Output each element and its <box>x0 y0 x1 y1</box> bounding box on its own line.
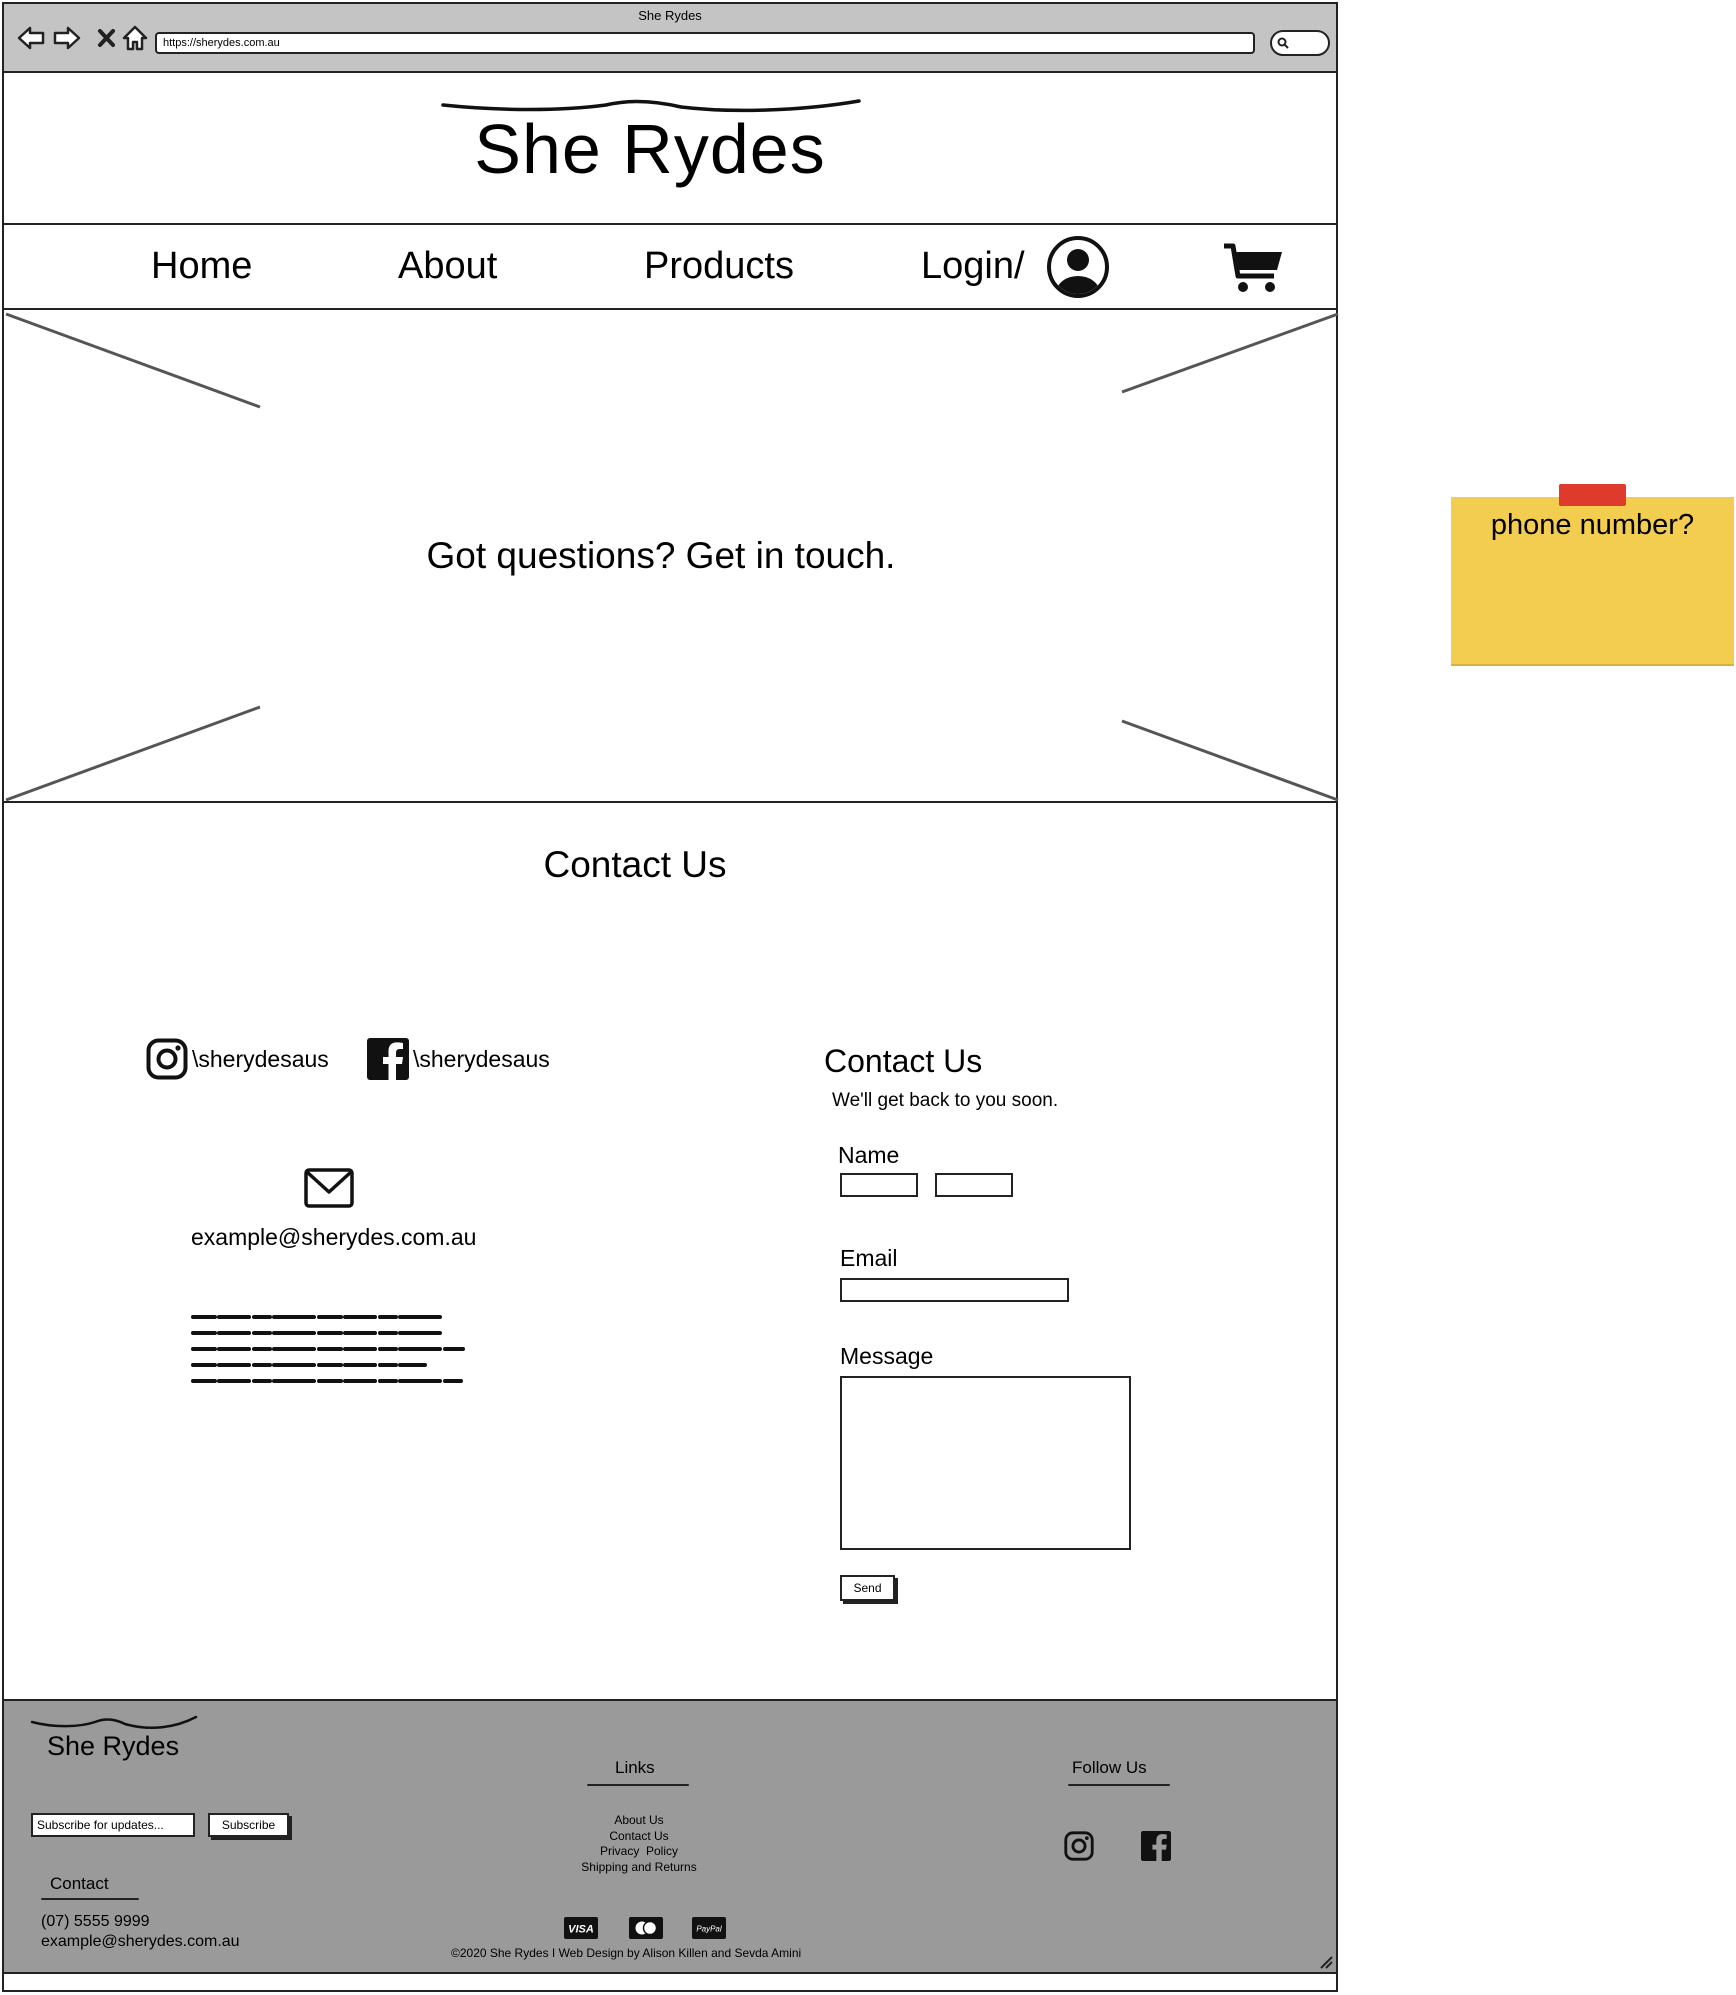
form-title: Contact Us <box>824 1043 983 1079</box>
browser-window: She Rydes https://sherydes.com.au She Ry… <box>2 2 1339 1992</box>
site-footer: She Rydes Subscribe for updates... Subsc… <box>4 1699 1336 1974</box>
footer-link-shipping[interactable]: Shipping and Returns <box>524 1860 754 1876</box>
window-title: She Rydes <box>638 8 702 23</box>
user-avatar-icon[interactable] <box>1046 235 1110 299</box>
envelope-icon <box>304 1168 354 1208</box>
links-heading-underline <box>587 1784 689 1786</box>
url-bar[interactable]: https://sherydes.com.au <box>155 32 1255 54</box>
home-icon[interactable] <box>120 23 150 53</box>
visa-label: VISA <box>568 1924 594 1936</box>
footer-links-list: About Us Contact Us Privacy Policy Shipp… <box>524 1813 754 1875</box>
hero-image-placeholder: Got questions? Get in touch. <box>4 310 1339 803</box>
last-name-input[interactable] <box>935 1173 1013 1197</box>
footer-facebook-icon[interactable] <box>1141 1831 1171 1861</box>
footer-logo[interactable]: She Rydes <box>47 1731 179 1762</box>
footer-contact-heading: Contact <box>50 1874 109 1893</box>
site-header: She Rydes <box>4 73 1336 225</box>
form-subtitle: We'll get back to you soon. <box>832 1090 1059 1111</box>
follow-heading-underline <box>1068 1784 1170 1786</box>
instagram-icon <box>146 1038 188 1080</box>
instagram-link[interactable]: \sherydesaus <box>146 1038 329 1080</box>
nav-home[interactable]: Home <box>151 245 252 288</box>
search-icon <box>1277 37 1289 49</box>
browser-search[interactable] <box>1270 30 1330 56</box>
facebook-icon <box>367 1038 409 1080</box>
contact-section-title: Contact Us <box>543 844 727 885</box>
instagram-handle: \sherydesaus <box>192 1045 329 1072</box>
subscribe-button[interactable]: Subscribe <box>208 1813 289 1837</box>
message-textarea[interactable] <box>840 1376 1131 1550</box>
email-label: Email <box>840 1245 898 1271</box>
footer-phone: (07) 5555 9999 <box>41 1913 150 1930</box>
nav-about[interactable]: About <box>398 245 497 288</box>
footer-link-about[interactable]: About Us <box>524 1813 754 1829</box>
message-label: Message <box>840 1343 934 1369</box>
email-input[interactable] <box>840 1278 1069 1302</box>
facebook-handle: \sherydesaus <box>413 1045 550 1072</box>
footer-follow-heading: Follow Us <box>1072 1758 1147 1777</box>
nav-products[interactable]: Products <box>644 245 794 288</box>
shopping-cart-icon[interactable] <box>1222 242 1284 296</box>
forward-arrow-icon[interactable] <box>52 23 82 53</box>
paypal-icon: PayPal <box>692 1917 726 1939</box>
footer-instagram-icon[interactable] <box>1064 1831 1094 1861</box>
close-icon[interactable] <box>92 23 122 53</box>
footer-copyright: ©2020 She Rydes I Web Design by Alison K… <box>451 1946 802 1960</box>
footer-link-contact[interactable]: Contact Us <box>524 1829 754 1845</box>
placeholder-text-scribble <box>191 1315 465 1383</box>
paypal-label: PayPal <box>696 1925 722 1934</box>
site-logo[interactable]: She Rydes <box>4 109 1336 189</box>
back-arrow-icon[interactable] <box>16 23 46 53</box>
sticky-note-tape <box>1559 484 1626 506</box>
footer-link-privacy[interactable]: Privacy Policy <box>524 1844 754 1860</box>
contact-heading-underline <box>41 1898 139 1900</box>
first-name-input[interactable] <box>840 1173 918 1197</box>
subscribe-input[interactable]: Subscribe for updates... <box>31 1813 195 1837</box>
contact-email[interactable]: example@sherydes.com.au <box>191 1224 476 1251</box>
mastercard-icon <box>629 1917 663 1939</box>
nav-login[interactable]: Login/ <box>921 245 1025 288</box>
resize-grip-icon[interactable] <box>1318 1954 1334 1970</box>
footer-email[interactable]: example@sherydes.com.au <box>41 1933 240 1951</box>
browser-toolbar: She Rydes https://sherydes.com.au <box>4 4 1336 73</box>
send-button[interactable]: Send <box>840 1575 895 1601</box>
visa-icon: VISA <box>564 1917 598 1939</box>
main-nav: Home About Products Login/ <box>4 225 1336 310</box>
sticky-note-text: phone number? <box>1490 509 1695 541</box>
footer-links-heading: Links <box>615 1758 655 1777</box>
facebook-link[interactable]: \sherydesaus <box>367 1038 550 1080</box>
name-label: Name <box>838 1142 900 1168</box>
hero-heading: Got questions? Get in touch. <box>426 535 896 576</box>
